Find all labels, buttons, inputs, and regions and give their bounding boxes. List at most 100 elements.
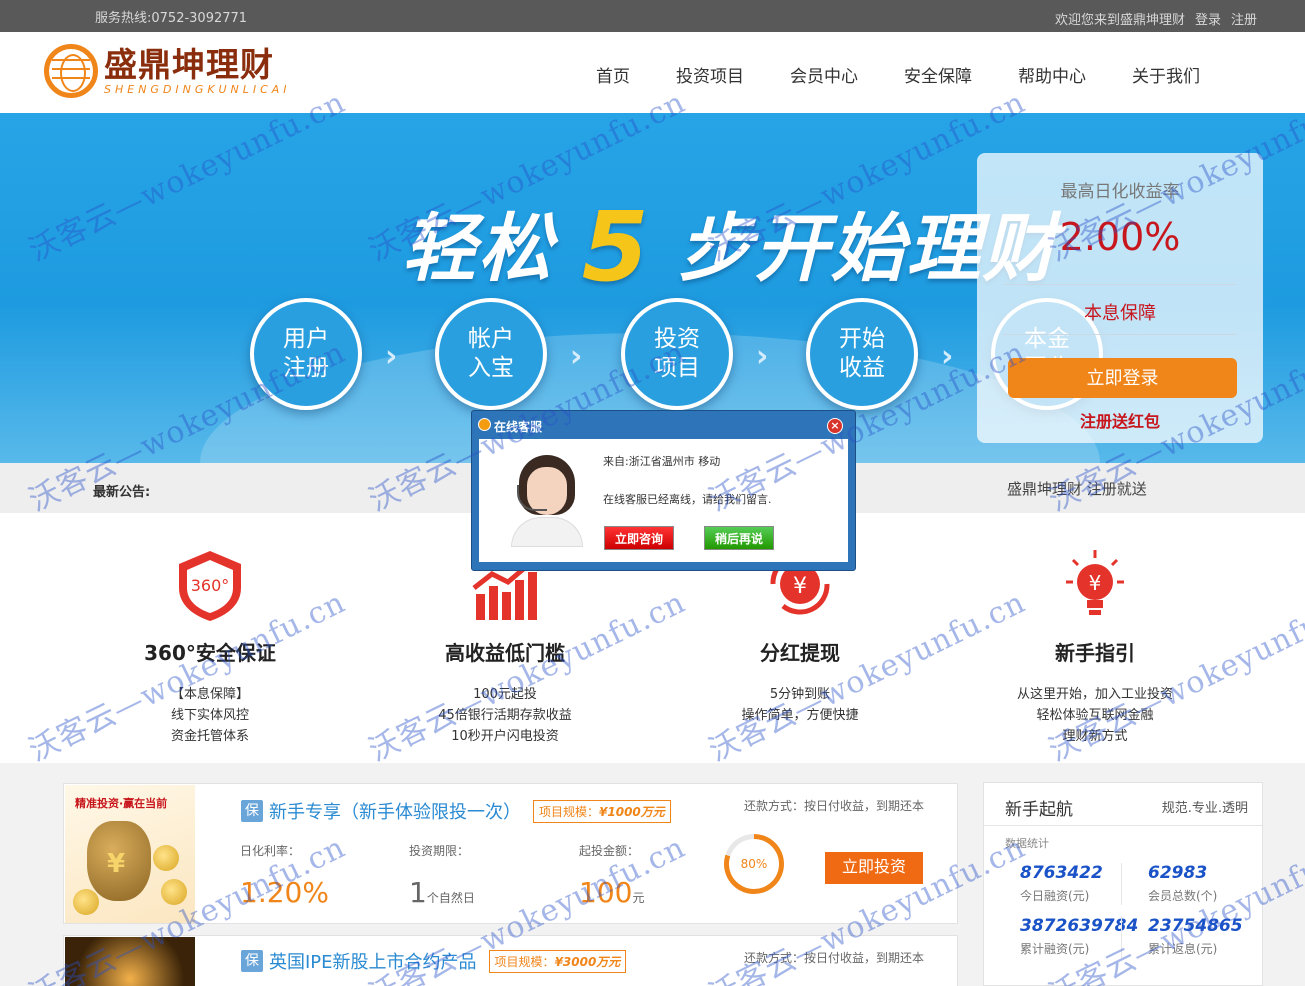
svg-text:¥: ¥ [793,574,807,599]
guarantee-badge: 保 [241,800,263,822]
logo-text: 盛鼎坤理财 SHENGDINGKUNLICAI [104,46,291,96]
popup-header: 在线客服 × [472,411,855,437]
divider [1121,916,1122,958]
rate-value: 2.00% [1059,215,1181,259]
coin-icon [153,845,179,871]
nav-security[interactable]: 安全保障 [904,62,972,87]
top-register-link[interactable]: 注册 [1231,9,1257,28]
step-arrow-icon: › [570,339,583,374]
step-invest: 投资 项目 [621,298,733,410]
offline-message: 在线客服已经离线，请给我们留言. [603,493,772,506]
nav-projects[interactable]: 投资项目 [676,62,744,87]
nav-member-center[interactable]: 会员中心 [790,62,858,87]
sidebar-title: 新手起航 [1005,800,1073,820]
step-text: 投资 [654,326,700,352]
step-text: 开始 [839,326,885,352]
product-image [65,937,195,986]
feature-line: 【本息保障】 [170,687,249,702]
step-arrow-icon: › [756,339,769,374]
feature-lines: 从这里开始，加入工业投资 轻松体验互联网金融 理财新方式 [965,684,1225,747]
invest-button[interactable]: 立即投资 [825,852,923,884]
step-text: 收益 [839,355,885,381]
feature-line: 资金托管体系 [170,729,249,744]
step-register: 用户 注册 [250,298,362,410]
visitor-location: 来自:浙江省温州市 移动 [603,455,721,468]
term-label: 投资期限： [409,844,470,858]
feature-title: 高收益低门槛 [445,641,565,665]
nav-about[interactable]: 关于我们 [1132,62,1200,87]
feature-line: 操作简单，方便快捷 [741,708,859,723]
site-header: 盛鼎坤理财 SHENGDINGKUNLICAI 首页 投资项目 会员中心 安全保… [0,32,1305,113]
term-value: 1个自然日 [409,876,475,909]
step-text: 帐户 [468,326,514,352]
feature-line: 从这里开始，加入工业投资 [1016,687,1173,702]
welcome-text: 欢迎您来到盛鼎坤理财 [1054,13,1185,28]
login-button[interactable]: 立即登录 [1008,358,1237,398]
nav-help[interactable]: 帮助中心 [1018,62,1086,87]
later-button[interactable]: 稍后再说 [704,526,774,550]
stat-today-financing: 8763422 今日融资(元) [1020,863,1150,904]
agent-body [511,517,583,547]
stat-members: 62983 会员总数(个) [1148,863,1278,904]
repayment-method: 还款方式：按日付收益，到期还本 [743,951,924,965]
project-scale: 项目规模：¥3000万元 [488,949,627,973]
product-title[interactable]: 保 新手专享（新手体验限投一次） 项目规模：¥1000万元 [241,798,671,824]
step-text: 入宝 [468,355,514,381]
nav-home[interactable]: 首页 [596,62,630,87]
daily-rate-value: 1.20% [240,876,329,909]
top-login-link[interactable]: 登录 [1195,9,1221,28]
service-hotline: 服务热线:0752-3092771 [95,11,248,26]
product-name[interactable]: 英国IPE新股上市合约产品 [269,948,477,974]
shield-icon-text: 360° [191,576,230,595]
notice-label: 最新公告: [93,485,151,500]
feature-line: 5分钟到账 [769,687,831,702]
product-card: 保 英国IPE新股上市合约产品 项目规模：¥3000万元 还款方式：按日付收益，… [63,935,958,986]
shield-360-icon: 360° [179,551,241,621]
stat-value: 3872639784 [1020,916,1139,936]
stat-label: 累计融资(元) [1020,942,1090,956]
product-card: 精准投资·赢在当前 保 新手专享（新手体验限投一次） 项目规模：¥1000万元 … [63,783,958,924]
close-icon[interactable]: × [827,418,843,434]
min-unit: 元 [632,891,645,905]
feature-line: 理财新方式 [1062,729,1128,744]
product-name[interactable]: 新手专享（新手体验限投一次） [269,798,521,824]
step-arrow-icon: › [385,339,398,374]
feature-line: 轻松体验互联网金融 [1036,708,1154,723]
feature-line: 线下实体风控 [170,708,249,723]
notice-message[interactable]: 盛鼎坤理财 注册就送 [1007,478,1150,499]
term-unit: 个自然日 [426,891,475,905]
step-arrow-icon: › [941,339,954,374]
agent-avatar [509,455,585,547]
stat-total-financing: 3872639784 累计融资(元) [1020,916,1150,957]
money-bag-icon [87,821,151,901]
stat-label: 会员总数(个) [1148,889,1218,903]
svg-text:¥: ¥ [1089,571,1102,595]
feature-title: 360°安全保证 [144,641,276,665]
main-nav: 首页 投资项目 会员中心 安全保障 帮助中心 关于我们 [596,62,1200,87]
logo-pinyin: SHENGDINGKUNLICAI [104,82,291,96]
feature-lines: 【本息保障】 线下实体风控 资金托管体系 [80,684,340,747]
headline-number: 5 [581,191,651,303]
register-bonus-link[interactable]: 注册送红包 [977,408,1263,432]
top-bar: 服务热线:0752-3092771 欢迎您来到盛鼎坤理财 登录 注册 [0,0,1305,32]
yen-bulb-icon: ¥ [1066,550,1124,615]
progress-ring: 80% [724,834,784,894]
site-logo[interactable]: 盛鼎坤理财 SHENGDINGKUNLICAI [44,44,291,98]
step-earn: 开始 收益 [806,298,918,410]
consult-now-button[interactable]: 立即咨询 [604,526,674,550]
rate-guarantee: 本息保障 [1084,303,1156,324]
scale-label: 项目规模： [494,954,555,969]
divider [1003,334,1237,335]
online-service-popup: 在线客服 × 来自:浙江省温州市 移动 在线客服已经离线，请给我们留言. 立即咨… [471,410,856,571]
divider [1121,863,1122,905]
feature-line: 100元起投 [473,687,537,702]
coin-icon [73,889,99,915]
feature-title: 分红提现 [760,641,840,665]
feature-title: 新手指引 [1055,641,1135,665]
sidebar-subtitle: 数据统计 [1005,837,1049,850]
qq-icon [478,418,491,431]
stat-value: 8763422 [1020,863,1103,883]
headline-pre: 轻松 [402,206,554,292]
product-title[interactable]: 保 英国IPE新股上市合约产品 项目规模：¥3000万元 [241,948,627,974]
stat-label: 今日融资(元) [1020,889,1090,903]
